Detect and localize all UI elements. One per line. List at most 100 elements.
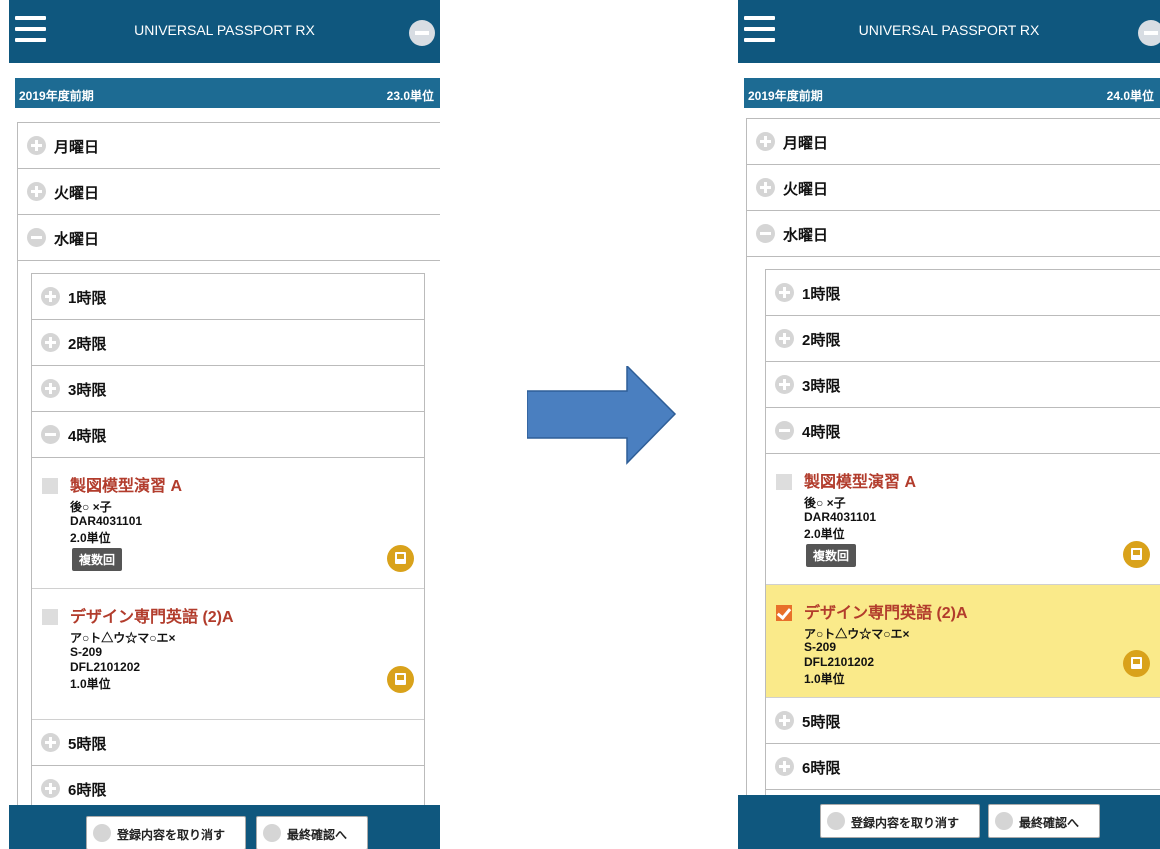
course-teacher: 後○ ×子 bbox=[70, 500, 112, 514]
day-label: 月曜日 bbox=[54, 139, 100, 156]
screen-before: UNIVERSAL PASSPORT RX 2019年度前期 23.0単位 月曜… bbox=[9, 0, 440, 849]
period-row-5[interactable]: 5時限 bbox=[766, 698, 1160, 744]
course-checkbox-checked[interactable] bbox=[776, 605, 792, 621]
period-label: 4時限 bbox=[802, 424, 841, 441]
expand-plus-icon bbox=[775, 757, 794, 776]
course-item[interactable]: デザイン専門英語 (2)A ア○ト△ウ☆マ○エ× S-209 DFL210120… bbox=[32, 589, 424, 720]
button-label: 最終確認へ bbox=[287, 828, 348, 842]
course-item[interactable]: 製図模型演習 A 後○ ×子 DAR4031101 2.0単位 複数回 bbox=[766, 454, 1160, 585]
course-title: デザイン専門英語 (2)A bbox=[70, 609, 234, 626]
course-teacher: 後○ ×子 bbox=[804, 496, 846, 510]
collapse-minus-icon bbox=[775, 421, 794, 440]
period-row-5[interactable]: 5時限 bbox=[32, 720, 424, 766]
expand-plus-icon bbox=[41, 287, 60, 306]
cancel-icon bbox=[93, 824, 111, 842]
course-code: DFL2101202 bbox=[804, 655, 875, 669]
period-label: 4時限 bbox=[68, 428, 107, 445]
period-label: 1時限 bbox=[68, 290, 107, 307]
action-bar: 登録内容を取り消す 最終確認へ bbox=[738, 795, 1160, 849]
expand-plus-icon bbox=[775, 329, 794, 348]
button-label: 最終確認へ bbox=[1019, 816, 1080, 830]
final-confirm-button[interactable]: 最終確認へ bbox=[988, 804, 1100, 838]
term-units: 23.0単位 bbox=[386, 89, 434, 103]
course-item-selected[interactable]: デザイン専門英語 (2)A ア○ト△ウ☆マ○エ× S-209 DFL210120… bbox=[766, 585, 1160, 698]
collapse-minus-icon bbox=[27, 228, 46, 247]
app-header: UNIVERSAL PASSPORT RX bbox=[9, 0, 440, 63]
course-credits: 2.0単位 bbox=[70, 531, 111, 545]
day-list: 月曜日 火曜日 水曜日 1時限 2時限 3時限 4時限 製図模型演習 A 後○ … bbox=[746, 118, 1160, 803]
course-checkbox[interactable] bbox=[42, 478, 58, 494]
term-header: 2019年度前期 24.0単位 bbox=[744, 78, 1160, 108]
logout-icon[interactable] bbox=[1138, 20, 1160, 46]
period-label: 3時限 bbox=[68, 382, 107, 399]
transition-arrow-icon bbox=[527, 366, 677, 465]
cancel-registration-button[interactable]: 登録内容を取り消す bbox=[86, 816, 246, 849]
expand-plus-icon bbox=[775, 711, 794, 730]
period-label: 6時限 bbox=[802, 760, 841, 777]
syllabus-book-icon[interactable] bbox=[387, 545, 414, 572]
day-label: 火曜日 bbox=[54, 185, 100, 202]
course-code: DAR4031101 bbox=[804, 510, 877, 524]
day-label: 水曜日 bbox=[54, 231, 100, 248]
expand-plus-icon bbox=[775, 375, 794, 394]
period-label: 5時限 bbox=[68, 736, 107, 753]
logout-icon[interactable] bbox=[409, 20, 435, 46]
button-label: 登録内容を取り消す bbox=[851, 816, 960, 830]
term-units: 24.0単位 bbox=[1106, 89, 1154, 103]
course-room: S-209 bbox=[804, 640, 837, 654]
collapse-minus-icon bbox=[756, 224, 775, 243]
day-label: 火曜日 bbox=[783, 181, 829, 198]
cancel-icon bbox=[827, 812, 845, 830]
period-row-6[interactable]: 6時限 bbox=[766, 744, 1160, 790]
final-confirm-button[interactable]: 最終確認へ bbox=[256, 816, 368, 849]
multi-session-badge: 複数回 bbox=[806, 544, 857, 567]
expand-plus-icon bbox=[41, 333, 60, 352]
day-row-wednesday[interactable]: 水曜日 bbox=[747, 211, 1160, 257]
day-row-monday[interactable]: 月曜日 bbox=[747, 119, 1160, 165]
course-credits: 1.0単位 bbox=[70, 677, 111, 691]
course-credits: 1.0単位 bbox=[804, 672, 845, 686]
expand-plus-icon bbox=[756, 132, 775, 151]
expand-plus-icon bbox=[41, 779, 60, 798]
period-label: 2時限 bbox=[802, 332, 841, 349]
period-label: 1時限 bbox=[802, 286, 841, 303]
period-label: 3時限 bbox=[802, 378, 841, 395]
expand-plus-icon bbox=[756, 178, 775, 197]
period-label: 2時限 bbox=[68, 336, 107, 353]
period-row-4[interactable]: 4時限 bbox=[766, 408, 1160, 454]
course-item[interactable]: 製図模型演習 A 後○ ×子 DAR4031101 2.0単位 複数回 bbox=[32, 458, 424, 589]
course-teacher: ア○ト△ウ☆マ○エ× bbox=[70, 631, 176, 645]
course-checkbox[interactable] bbox=[42, 609, 58, 625]
period-row-4[interactable]: 4時限 bbox=[32, 412, 424, 458]
course-code: DFL2101202 bbox=[70, 660, 141, 674]
period-list: 1時限 2時限 3時限 4時限 製図模型演習 A 後○ ×子 DAR403110… bbox=[31, 273, 425, 812]
screen-after: UNIVERSAL PASSPORT RX 2019年度前期 24.0単位 月曜… bbox=[738, 0, 1160, 849]
day-row-tuesday[interactable]: 火曜日 bbox=[18, 169, 440, 215]
period-row-3[interactable]: 3時限 bbox=[766, 362, 1160, 408]
check-icon bbox=[263, 824, 281, 842]
course-credits: 2.0単位 bbox=[804, 527, 845, 541]
period-row-3[interactable]: 3時限 bbox=[32, 366, 424, 412]
cancel-registration-button[interactable]: 登録内容を取り消す bbox=[820, 804, 980, 838]
period-row-2[interactable]: 2時限 bbox=[766, 316, 1160, 362]
syllabus-book-icon[interactable] bbox=[1123, 541, 1150, 568]
period-row-1[interactable]: 1時限 bbox=[32, 274, 424, 320]
period-list: 1時限 2時限 3時限 4時限 製図模型演習 A 後○ ×子 DAR403110… bbox=[765, 269, 1160, 802]
button-label: 登録内容を取り消す bbox=[117, 828, 226, 842]
period-row-1[interactable]: 1時限 bbox=[766, 270, 1160, 316]
action-bar: 登録内容を取り消す 最終確認へ bbox=[9, 805, 440, 849]
syllabus-book-icon[interactable] bbox=[387, 666, 414, 693]
course-title: デザイン専門英語 (2)A bbox=[804, 605, 968, 622]
expand-plus-icon bbox=[41, 379, 60, 398]
term-label: 2019年度前期 bbox=[748, 89, 823, 103]
course-title: 製図模型演習 A bbox=[70, 478, 183, 495]
day-row-tuesday[interactable]: 火曜日 bbox=[747, 165, 1160, 211]
syllabus-book-icon[interactable] bbox=[1123, 650, 1150, 677]
day-label: 水曜日 bbox=[783, 227, 829, 244]
day-row-monday[interactable]: 月曜日 bbox=[18, 123, 440, 169]
term-label: 2019年度前期 bbox=[19, 89, 94, 103]
period-label: 5時限 bbox=[802, 714, 841, 731]
day-row-wednesday[interactable]: 水曜日 bbox=[18, 215, 440, 261]
course-checkbox[interactable] bbox=[776, 474, 792, 490]
period-row-2[interactable]: 2時限 bbox=[32, 320, 424, 366]
